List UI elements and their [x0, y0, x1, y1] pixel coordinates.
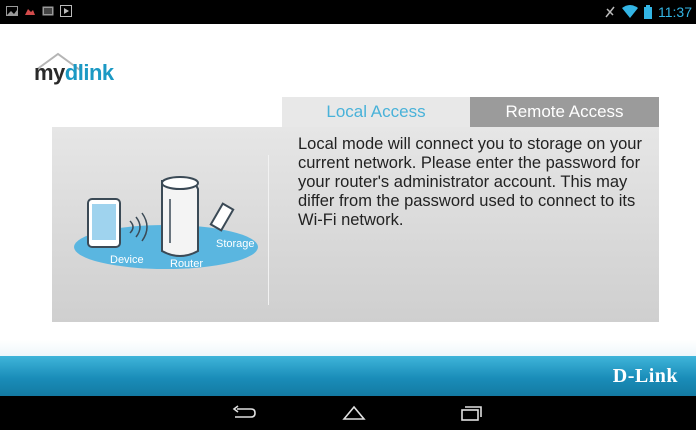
tab-local-access[interactable]: Local Access [282, 97, 470, 127]
footer-band: D-Link [0, 356, 696, 396]
storage-icon [209, 202, 235, 232]
local-access-description: Local mode will connect you to storage o… [298, 135, 642, 229]
home-icon[interactable] [340, 403, 368, 423]
signal-icon [605, 6, 615, 18]
logo-dlink: dlink [64, 60, 114, 85]
notification-icons [6, 5, 72, 17]
clock: 11:37 [658, 4, 692, 20]
navigation-bar [0, 396, 696, 430]
storage-label: Storage [216, 238, 255, 250]
access-panel: Device Router Storage Local mode will co… [52, 127, 659, 322]
back-icon[interactable] [229, 403, 257, 423]
logo-my: my [34, 60, 65, 85]
tab-remote-access[interactable]: Remote Access [470, 97, 659, 127]
image-icon [6, 6, 18, 16]
recent-apps-icon[interactable] [456, 403, 484, 423]
footer-gradient [0, 340, 696, 356]
wifi-icon [622, 5, 638, 18]
dlink-brand-logo: D-Link [612, 365, 678, 387]
status-bar: 11:37 [0, 0, 696, 24]
router-label: Router [170, 258, 203, 270]
network-illustration: Device Router Storage [74, 176, 258, 270]
mydlink-logo: mydlink [34, 48, 129, 88]
cloud-icon [25, 9, 35, 15]
photo-icon [42, 6, 54, 16]
system-indicators: 11:37 [604, 4, 692, 20]
media-icon [60, 5, 72, 17]
device-label: Device [110, 254, 144, 266]
router-icon [161, 176, 199, 257]
panel-divider [268, 155, 269, 305]
tablet-device-icon [87, 198, 121, 248]
battery-icon [644, 5, 652, 19]
logo-text: mydlink [34, 60, 114, 86]
